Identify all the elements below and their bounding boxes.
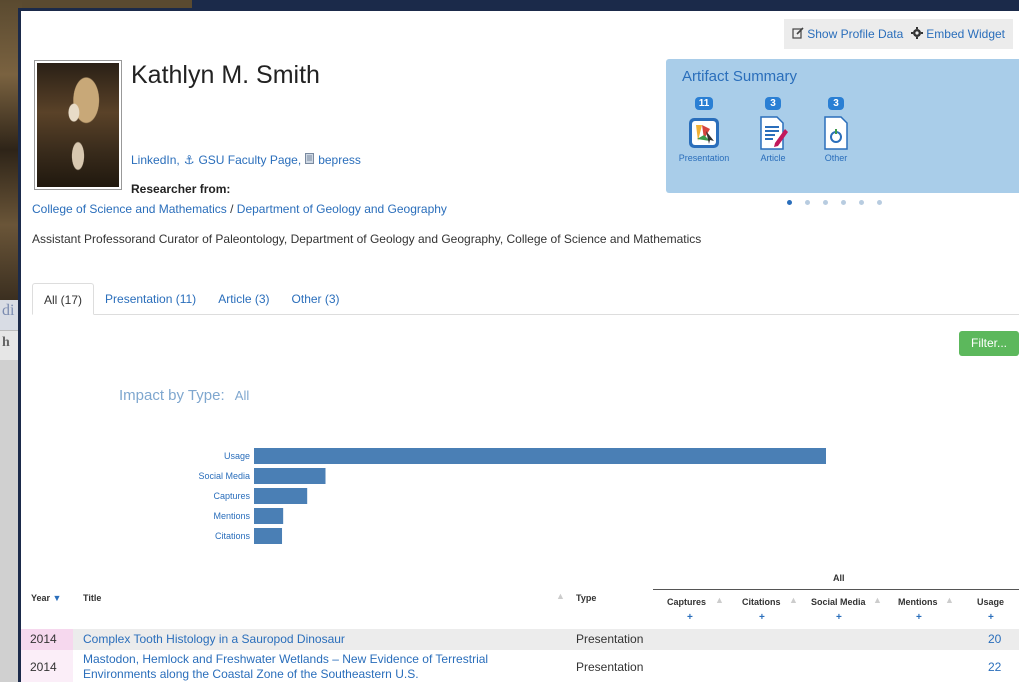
table-row: 2014 Mastodon, Hemlock and Freshwater We… [21, 650, 1019, 682]
usage-value[interactable]: 22 [988, 660, 1001, 674]
table-row: 2014 Complex Tooth Histology in a Saurop… [21, 629, 1019, 650]
other-icon [820, 115, 852, 151]
presentation-icon [688, 115, 720, 151]
article-icon [757, 115, 789, 151]
impact-title: Impact by Type: All [119, 387, 249, 404]
social-expand-icon[interactable]: + [836, 612, 842, 623]
impact-selected-type[interactable]: All [235, 388, 249, 403]
presentation-count-badge: 11 [694, 97, 714, 110]
gsu-faculty-link[interactable]: GSU Faculty Page, [198, 153, 301, 167]
profile-toolbar: Show Profile Data Embed Widget [784, 19, 1013, 49]
type-cell: Presentation [576, 660, 644, 674]
artifact-title-link[interactable]: Mastodon, Hemlock and Freshwater Wetland… [83, 652, 488, 681]
table-header: Year ▼ Title ▲ Type All Captures ▲ Citat… [21, 567, 1019, 629]
other-count-badge: 3 [828, 97, 844, 110]
summary-carousel-dots [787, 200, 882, 205]
embed-widget-label: Embed Widget [926, 27, 1005, 41]
avatar [34, 60, 122, 190]
researcher-label: Researcher from: [131, 182, 231, 196]
mentions-header[interactable]: Mentions [898, 597, 938, 607]
anchor-icon: ⚓︎ [183, 153, 195, 167]
usage-header[interactable]: Usage [977, 597, 1004, 607]
department-link[interactable]: Department of Geology and Geography [237, 202, 447, 216]
bar[interactable] [254, 448, 826, 464]
title-header[interactable]: Title [83, 593, 101, 603]
article-count-badge: 3 [765, 97, 781, 110]
year-cell: 2014 [21, 629, 73, 650]
sort-desc-icon: ▼ [52, 593, 62, 603]
carousel-dot[interactable] [805, 200, 810, 205]
summary-item-article[interactable]: 3 Article [743, 95, 803, 163]
tab-all[interactable]: All (17) [32, 283, 95, 315]
citations-expand-icon[interactable]: + [759, 612, 765, 623]
linkedin-link[interactable]: LinkedIn, [131, 153, 180, 167]
other-label: Other [824, 153, 848, 163]
summary-item-presentation[interactable]: 11 Presentation [674, 95, 734, 163]
usage-value[interactable]: 20 [988, 632, 1001, 646]
social-media-header[interactable]: Social Media [811, 597, 866, 607]
document-icon [305, 153, 315, 167]
embed-widget-button[interactable]: Embed Widget [911, 26, 1005, 42]
captures-header[interactable]: Captures [667, 597, 706, 607]
artifact-tabs: All (17) Presentation (11) Article (3) O… [32, 283, 1019, 315]
mentions-sort-icon: ▲ [945, 595, 954, 605]
profile-modal: Show Profile Data Embed Widget Kathlyn M… [18, 8, 1019, 682]
bar[interactable] [254, 508, 284, 524]
artifact-summary: Artifact Summary 11 Presentation 3 Artic… [666, 59, 1019, 193]
summary-item-other[interactable]: 3 Other [806, 95, 866, 163]
impact-bar-chart: Usage Social Media Captures Mentions Citatio… [198, 448, 826, 544]
year-header[interactable]: Year ▼ [31, 593, 61, 603]
carousel-dot[interactable] [787, 200, 792, 205]
artifact-summary-title: Artifact Summary [682, 68, 798, 85]
carousel-dot[interactable] [823, 200, 828, 205]
bar-label: Citations [215, 531, 251, 541]
title-sort-icon: ▲ [556, 591, 565, 601]
carousel-dot[interactable] [841, 200, 846, 205]
college-link[interactable]: College of Science and Mathematics [32, 202, 227, 216]
profile-links: LinkedIn, ⚓︎ GSU Faculty Page, bepress [131, 153, 361, 167]
filter-button[interactable]: Filter... [959, 331, 1019, 356]
citations-sort-icon: ▲ [789, 595, 798, 605]
bar-label: Usage [224, 451, 250, 461]
social-sort-icon: ▲ [873, 595, 882, 605]
bar-label: Captures [213, 491, 250, 501]
usage-expand-icon[interactable]: + [988, 612, 994, 623]
artifact-title-link[interactable]: Complex Tooth Histology in a Sauropod Di… [83, 632, 345, 646]
presentation-label: Presentation [678, 153, 730, 163]
captures-sort-icon: ▲ [715, 595, 724, 605]
tab-presentation[interactable]: Presentation (11) [94, 283, 207, 315]
tab-other[interactable]: Other (3) [281, 283, 351, 315]
group-all-header: All [833, 573, 845, 583]
citations-header[interactable]: Citations [742, 597, 781, 607]
year-cell: 2014 [21, 650, 73, 682]
bar-label: Mentions [213, 511, 250, 521]
show-profile-data-button[interactable]: Show Profile Data [792, 26, 904, 42]
gear-icon [911, 26, 924, 42]
edit-icon [792, 26, 804, 42]
group-divider [653, 589, 1019, 590]
captures-expand-icon[interactable]: + [687, 612, 693, 623]
article-label: Article [760, 153, 786, 163]
impact-title-label: Impact by Type: [119, 387, 225, 404]
show-profile-data-label: Show Profile Data [807, 27, 904, 41]
affiliation: College of Science and Mathematics / Dep… [32, 202, 447, 216]
bepress-link[interactable]: bepress [318, 153, 361, 167]
type-cell: Presentation [576, 632, 644, 646]
bar[interactable] [254, 528, 283, 544]
profile-name: Kathlyn M. Smith [131, 61, 320, 89]
bar-label: Social Media [198, 471, 250, 481]
carousel-dot[interactable] [859, 200, 864, 205]
bar[interactable] [254, 488, 308, 504]
tab-article[interactable]: Article (3) [207, 283, 280, 315]
bar[interactable] [254, 468, 326, 484]
impact-chart: Usage Social Media Captures Mentions Citatio… [141, 436, 841, 546]
mentions-expand-icon[interactable]: + [916, 612, 922, 623]
background-top [22, 0, 1019, 8]
type-header[interactable]: Type [576, 593, 596, 603]
carousel-dot[interactable] [877, 200, 882, 205]
position-text: Assistant Professorand Curator of Paleon… [32, 232, 702, 246]
